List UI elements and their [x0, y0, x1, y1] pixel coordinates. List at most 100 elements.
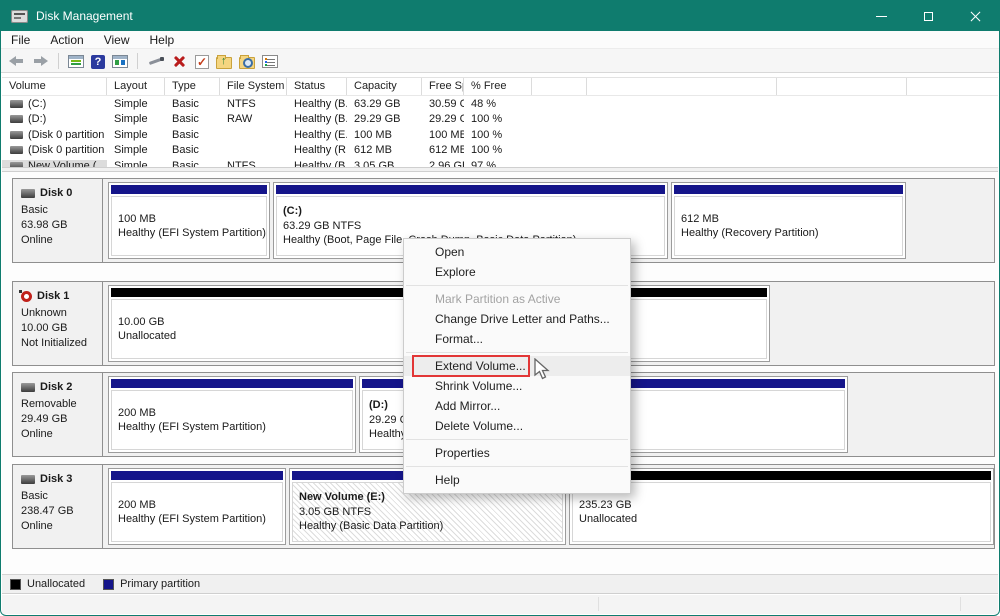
maximize-button[interactable] [905, 1, 952, 31]
disk-icon [21, 475, 35, 484]
column-capacity[interactable]: Capacity [347, 78, 422, 95]
open-folder-icon[interactable] [216, 57, 232, 69]
layout-cell: Simple [107, 98, 165, 110]
volume-name-cell: (Disk 0 partition 1) [2, 129, 107, 141]
disk-size: 63.98 GB [21, 218, 98, 233]
column-status[interactable]: Status [287, 78, 347, 95]
disk-error-icon [21, 291, 32, 302]
partition-unallocated-disk3[interactable]: 235.23 GBUnallocated [569, 468, 994, 545]
table-row[interactable]: (C:) Simple Basic NTFS Healthy (B... 63.… [2, 96, 998, 112]
toolbar: ? ✓ [1, 49, 999, 73]
legend-unallocated: Unallocated [10, 578, 85, 590]
status-bar [2, 593, 998, 614]
disk-name: Disk 0 [40, 186, 72, 201]
context-menu-delete-volume[interactable]: Delete Volume... [404, 416, 630, 436]
volume-icon [10, 131, 23, 139]
back-icon[interactable] [8, 53, 25, 69]
type-cell: Basic [165, 98, 220, 110]
context-menu-change-drive-letter[interactable]: Change Drive Letter and Paths... [404, 309, 630, 329]
context-menu-extend-volume[interactable]: Extend Volume... [404, 356, 630, 376]
title-bar: Disk Management [1, 1, 999, 31]
table-row[interactable]: (D:) Simple Basic RAW Healthy (B... 29.2… [2, 112, 998, 128]
table-row[interactable]: (Disk 0 partition 4) Simple Basic Health… [2, 143, 998, 159]
column-pct-free[interactable]: % Free [464, 78, 532, 95]
delete-icon[interactable] [171, 53, 188, 69]
partition-color-bar [572, 471, 991, 480]
disk-3-info[interactable]: Disk 3 Basic 238.47 GB Online [13, 465, 103, 548]
column-volume[interactable]: Volume [2, 78, 107, 95]
legend-label: Unallocated [27, 578, 85, 590]
partition-efi-disk3[interactable]: 200 MBHealthy (EFI System Partition) [108, 468, 286, 545]
column-filler [532, 78, 587, 95]
disk-0-info[interactable]: Disk 0 Basic 63.98 GB Online [13, 179, 103, 262]
menu-separator [406, 352, 628, 353]
partition-color-bar [674, 185, 903, 194]
capacity-cell: 100 MB [347, 129, 422, 141]
close-button[interactable] [952, 1, 999, 31]
context-menu-explore[interactable]: Explore [404, 262, 630, 282]
tools-icon[interactable] [147, 53, 164, 69]
column-layout[interactable]: Layout [107, 78, 165, 95]
layout-cell: Simple [107, 129, 165, 141]
table-row-selected[interactable]: New Volume ( Simple Basic NTFS Healthy (… [2, 158, 998, 167]
toolbar-separator [58, 53, 59, 69]
column-type[interactable]: Type [165, 78, 220, 95]
free-space-cell: 29.29 GB [422, 113, 464, 125]
menu-file[interactable]: File [1, 31, 40, 48]
table-row[interactable]: (Disk 0 partition 1) Simple Basic Health… [2, 127, 998, 143]
partition-recovery-disk0[interactable]: 612 MBHealthy (Recovery Partition) [671, 182, 906, 259]
column-filler [587, 78, 777, 95]
context-menu-format[interactable]: Format... [404, 329, 630, 349]
maximize-icon [924, 12, 933, 21]
column-file-system[interactable]: File System [220, 78, 287, 95]
disk-size: 10.00 GB [21, 321, 98, 336]
menu-view[interactable]: View [94, 31, 140, 48]
type-cell: Basic [165, 144, 220, 156]
context-menu-open[interactable]: Open [404, 242, 630, 262]
file-system-cell: NTFS [220, 160, 287, 167]
context-menu-help[interactable]: Help [404, 470, 630, 490]
explore-folder-icon[interactable] [239, 57, 255, 69]
mark-active-icon[interactable]: ✓ [195, 55, 209, 69]
minimize-icon [876, 16, 887, 17]
disk-name: Disk 3 [40, 472, 72, 487]
disk-1-info[interactable]: Disk 1 Unknown 10.00 GB Not Initialized [13, 282, 103, 365]
properties-icon[interactable] [262, 55, 278, 68]
minimize-button[interactable] [858, 1, 905, 31]
capacity-cell: 3.05 GB [347, 160, 422, 167]
status-cell: Healthy (R... [287, 144, 347, 156]
disk-type: Removable [21, 397, 98, 412]
pct-free-cell: 48 % [464, 98, 532, 110]
disk-management-window: Disk Management File Action View Help ? … [0, 0, 1000, 616]
context-menu: Open Explore Mark Partition as Active Ch… [403, 238, 631, 494]
volume-list: Volume Layout Type File System Status Ca… [2, 77, 998, 167]
action-pane-icon[interactable] [112, 55, 128, 68]
free-space-cell: 100 MB [422, 129, 464, 141]
context-menu-shrink-volume[interactable]: Shrink Volume... [404, 376, 630, 396]
disk-2-info[interactable]: Disk 2 Removable 29.49 GB Online [13, 373, 103, 456]
toolbar-separator [137, 53, 138, 69]
menu-help[interactable]: Help [140, 31, 185, 48]
disk-name: Disk 1 [37, 289, 69, 304]
column-free-space[interactable]: Free Sp... [422, 78, 464, 95]
disk-size: 29.49 GB [21, 412, 98, 427]
free-space-cell: 30.59 GB [422, 98, 464, 110]
partition-efi-disk2[interactable]: 200 MBHealthy (EFI System Partition) [108, 376, 356, 453]
mouse-cursor-icon [534, 358, 552, 382]
partition-efi-disk0[interactable]: 100 MBHealthy (EFI System Partition) [108, 182, 270, 259]
unallocated-swatch-icon [10, 579, 21, 590]
show-console-tree-icon[interactable] [68, 55, 84, 68]
file-system-cell: NTFS [220, 98, 287, 110]
forward-icon[interactable] [32, 53, 49, 69]
context-menu-properties[interactable]: Properties [404, 443, 630, 463]
volume-icon [10, 100, 23, 108]
disk-type: Basic [21, 203, 98, 218]
window-title: Disk Management [36, 9, 133, 23]
legend-label: Primary partition [120, 578, 200, 590]
context-menu-add-mirror[interactable]: Add Mirror... [404, 396, 630, 416]
help-icon[interactable]: ? [91, 55, 105, 69]
layout-cell: Simple [107, 160, 165, 167]
menu-action[interactable]: Action [40, 31, 93, 48]
volume-icon [10, 146, 23, 154]
partition-color-bar [276, 185, 665, 194]
